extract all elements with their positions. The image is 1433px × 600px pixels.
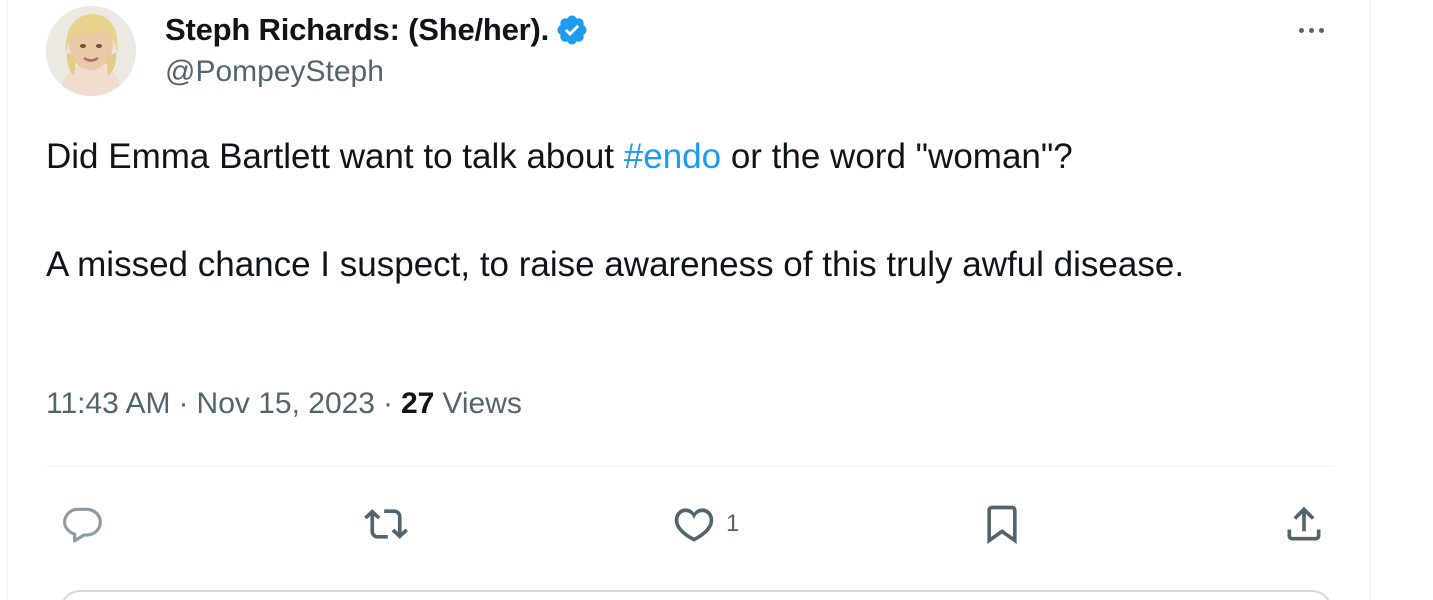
author-handle[interactable]: @PompeySteph	[165, 55, 384, 89]
tweet-text-after-hashtag: or the word "woman"?	[721, 137, 1073, 176]
tweet-date[interactable]: Nov 15, 2023	[197, 387, 375, 421]
share-icon	[1287, 506, 1321, 541]
views-label: Views	[442, 387, 522, 420]
more-icon[interactable]	[1286, 12, 1336, 48]
views-count[interactable]: 27	[401, 387, 434, 421]
tweet-time[interactable]: 11:43 AM	[46, 387, 171, 421]
reply-button[interactable]	[60, 492, 114, 556]
hashtag-link[interactable]: #endo	[624, 137, 721, 176]
bookmark-button[interactable]	[980, 492, 1034, 556]
verified-icon[interactable]	[555, 13, 589, 47]
meta-separator: ·	[383, 387, 393, 420]
tweet-card: Steph Richards: (She/her). @PompeySteph …	[8, 0, 1370, 600]
avatar-image	[46, 6, 136, 96]
tweet-meta: 11:43 AM · Nov 15, 2023 · 27 Views	[46, 387, 522, 421]
meta-separator: ·	[178, 387, 189, 420]
action-bar: 1	[46, 492, 1334, 556]
tweet-text: Did Emma Bartlett want to talk about #en…	[46, 130, 1326, 292]
author-display-name[interactable]: Steph Richards: (She/her).	[165, 12, 549, 48]
left-frame-edge	[0, 0, 8, 600]
like-icon	[674, 508, 714, 542]
reply-icon	[63, 507, 102, 543]
like-button[interactable]: 1	[672, 492, 739, 556]
tweet-text-before-hashtag: Did Emma Bartlett want to talk about	[46, 137, 624, 176]
tweet-paragraph-2: A missed chance I suspect, to raise awar…	[46, 245, 1185, 284]
bookmark-icon	[987, 505, 1017, 545]
avatar[interactable]	[46, 6, 136, 96]
retweet-button[interactable]	[364, 492, 418, 556]
share-button[interactable]	[1282, 492, 1326, 556]
tweet-paragraph-1: Did Emma Bartlett want to talk about #en…	[46, 130, 1326, 184]
reply-input-box[interactable]	[60, 590, 1332, 600]
divider	[46, 466, 1334, 467]
author-name-row: Steph Richards: (She/her).	[165, 10, 589, 50]
like-count: 1	[726, 510, 740, 537]
retweet-icon	[364, 509, 408, 539]
right-frame-edge	[1370, 0, 1433, 600]
